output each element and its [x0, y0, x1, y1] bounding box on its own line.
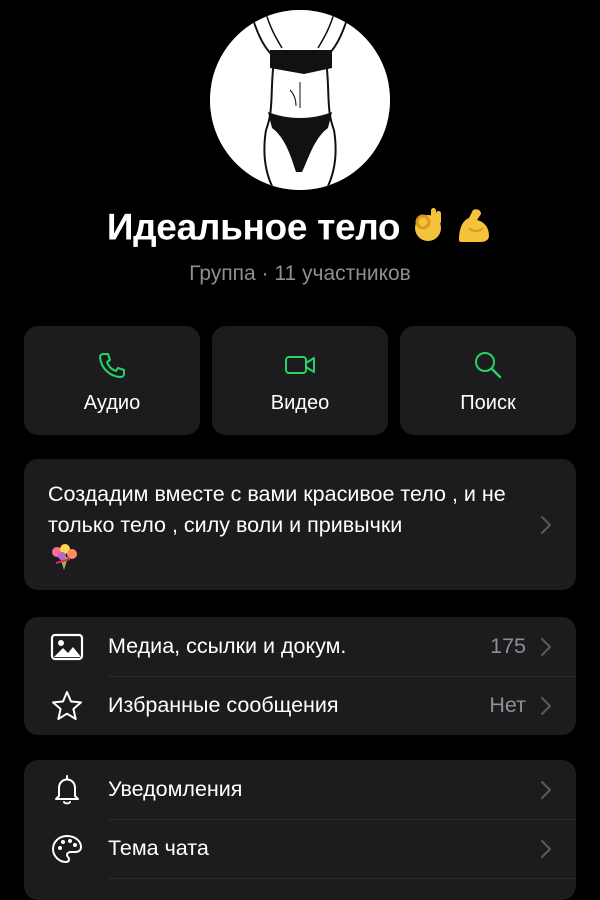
media-section: Медиа, ссылки и докум. 175 Избранные соо…: [24, 617, 576, 735]
group-name: Идеальное тело: [106, 206, 401, 248]
search-icon: [400, 348, 576, 382]
ok-hand-emoji: [411, 206, 445, 249]
audio-call-button[interactable]: Аудио: [24, 326, 200, 435]
star-icon: [50, 689, 84, 723]
palette-icon: [50, 832, 84, 866]
video-call-button[interactable]: Видео: [212, 326, 388, 435]
bouquet-emoji: [48, 543, 528, 580]
video-camera-icon: [212, 348, 388, 382]
chat-theme-label: Тема чата: [108, 836, 209, 860]
search-button[interactable]: Поиск: [400, 326, 576, 435]
settings-section: Уведомления Тема чата: [24, 760, 576, 900]
flexed-biceps-emoji: [455, 206, 493, 249]
starred-label: Избранные сообщения: [108, 693, 339, 717]
notifications-label: Уведомления: [108, 777, 243, 801]
phone-icon: [24, 348, 200, 382]
bell-icon: [50, 773, 84, 807]
action-buttons: Аудио Видео Поиск: [24, 326, 576, 435]
chevron-right-icon: [540, 637, 552, 657]
chevron-right-icon: [540, 515, 552, 535]
image-icon: [50, 630, 84, 664]
starred-messages-row[interactable]: Избранные сообщения Нет: [24, 676, 576, 735]
search-label: Поиск: [460, 392, 516, 414]
media-label: Медиа, ссылки и докум.: [108, 634, 347, 658]
video-label: Видео: [270, 392, 330, 414]
avatar-illustration: [210, 10, 390, 190]
chevron-right-icon: [540, 696, 552, 716]
row-divider: [108, 878, 576, 879]
audio-label: Аудио: [83, 392, 141, 414]
chevron-right-icon: [540, 839, 552, 859]
group-subtitle: Группа · 11 участников: [189, 262, 411, 285]
description-text-block: Создадим вместе с вами красивое тело , и…: [48, 479, 528, 580]
chat-theme-row[interactable]: Тема чата: [24, 819, 576, 878]
notifications-row[interactable]: Уведомления: [24, 760, 576, 819]
group-avatar[interactable]: [210, 10, 390, 190]
group-title-row: Идеальное тело: [0, 206, 600, 249]
chevron-right-icon: [540, 780, 552, 800]
media-links-docs-row[interactable]: Медиа, ссылки и докум. 175: [24, 617, 576, 676]
group-description[interactable]: Создадим вместе с вами красивое тело , и…: [24, 459, 576, 590]
description-text: Создадим вместе с вами красивое тело , и…: [48, 482, 506, 537]
media-count: 175: [490, 634, 526, 658]
starred-value: Нет: [489, 693, 526, 717]
